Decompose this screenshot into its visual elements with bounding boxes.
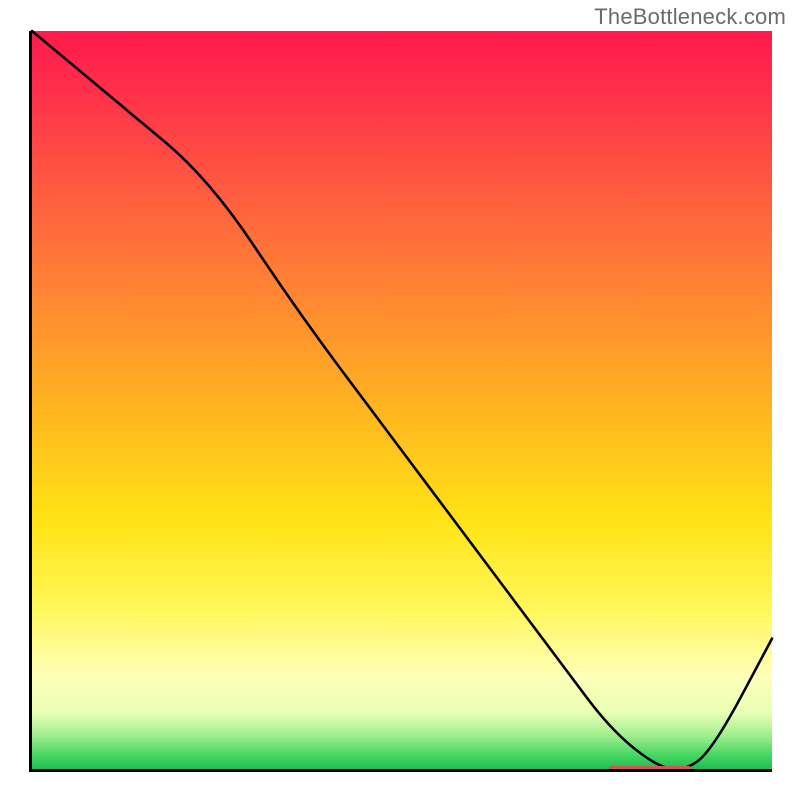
watermark-text: TheBottleneck.com (594, 4, 786, 30)
axes-frame (29, 31, 772, 772)
chart-page: TheBottleneck.com (0, 0, 800, 800)
